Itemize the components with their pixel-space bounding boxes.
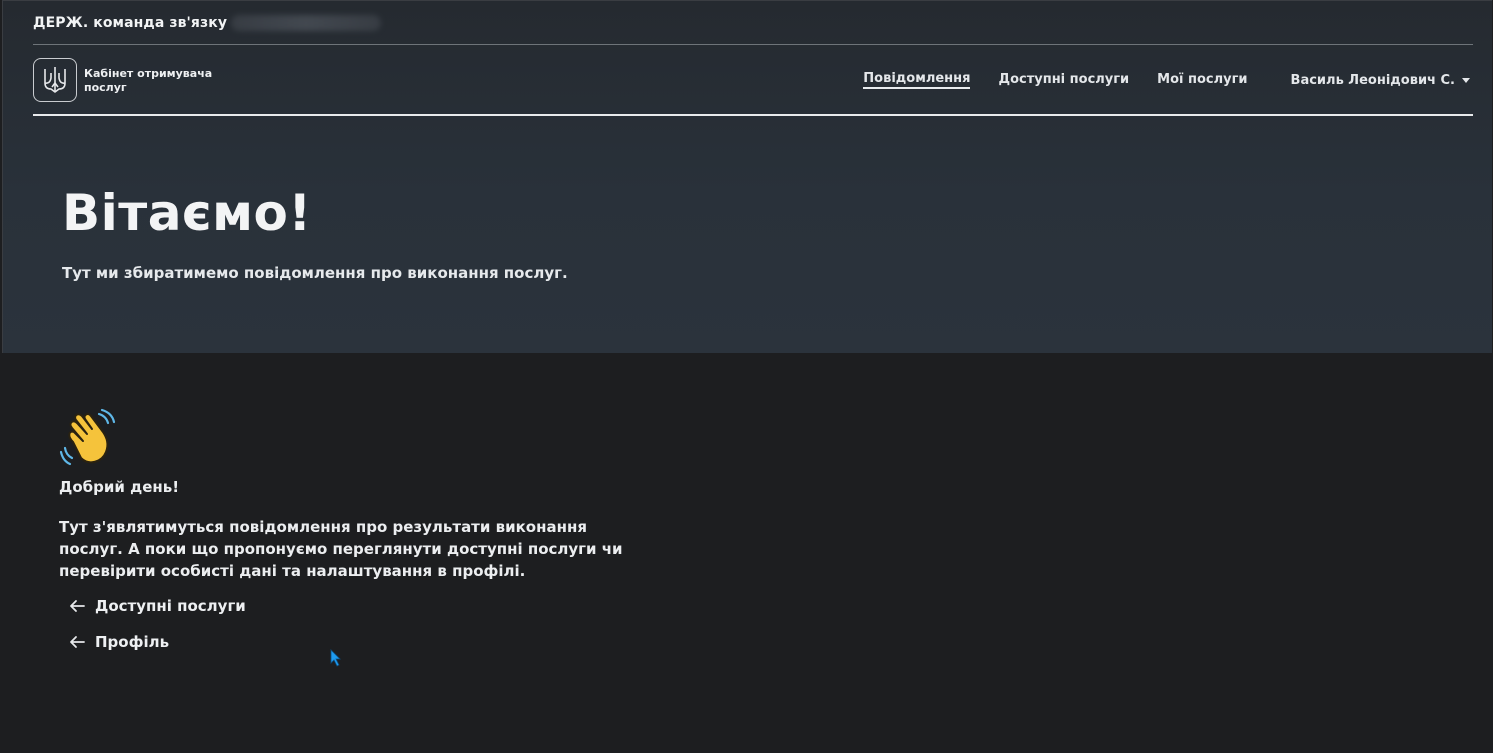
user-menu[interactable]: Василь Леонідович С. xyxy=(1291,73,1473,88)
page-title: Вітаємо! xyxy=(62,184,312,242)
greeting-text: Добрий день! xyxy=(59,478,180,496)
brand-line-1: Кабінет отримувача xyxy=(84,67,213,80)
nav-links: Повідомлення Доступні послуги Мої послуг… xyxy=(835,46,1473,114)
nav-item-notifications[interactable]: Повідомлення xyxy=(863,71,971,89)
arrow-left-icon xyxy=(70,600,85,612)
page: ДЕРЖ. команда зв'язку Кабінет отримувача xyxy=(0,0,1493,753)
nav-item-available-services[interactable]: Доступні послуги xyxy=(998,72,1129,89)
redacted-blur xyxy=(231,14,382,31)
trident-logo-icon[interactable] xyxy=(33,58,77,102)
gov-bar-title: ДЕРЖ. команда зв'язку xyxy=(33,14,228,31)
arrow-left-icon xyxy=(70,636,85,648)
gov-bar: ДЕРЖ. команда зв'язку xyxy=(33,1,1473,45)
waving-hand-icon xyxy=(59,408,116,466)
header-nav: Кабінет отримувача послуг Повідомлення Д… xyxy=(33,46,1473,116)
brand-line-2: послуг xyxy=(84,81,127,94)
user-name: Василь Леонідович С. xyxy=(1290,72,1455,88)
mouse-cursor-icon xyxy=(330,649,341,667)
caret-down-icon xyxy=(1462,77,1470,83)
link-label: Доступні послуги xyxy=(95,597,246,615)
hero-section: ДЕРЖ. команда зв'язку Кабінет отримувача xyxy=(2,0,1492,353)
link-label: Профіль xyxy=(95,633,170,651)
page-subtitle: Тут ми збиратимемо повідомлення про вико… xyxy=(62,264,568,282)
nav-item-my-services[interactable]: Мої послуги xyxy=(1157,72,1247,89)
brand-name[interactable]: Кабінет отримувача послуг xyxy=(84,67,224,95)
link-profile[interactable]: Профіль xyxy=(68,633,659,651)
empty-state: Добрий день! Тут з'являтимуться повідомл… xyxy=(59,408,659,651)
link-available-services[interactable]: Доступні послуги xyxy=(68,597,659,615)
empty-state-message: Тут з'являтимуться повідомлення про резу… xyxy=(59,518,623,580)
trident-icon xyxy=(44,67,66,93)
